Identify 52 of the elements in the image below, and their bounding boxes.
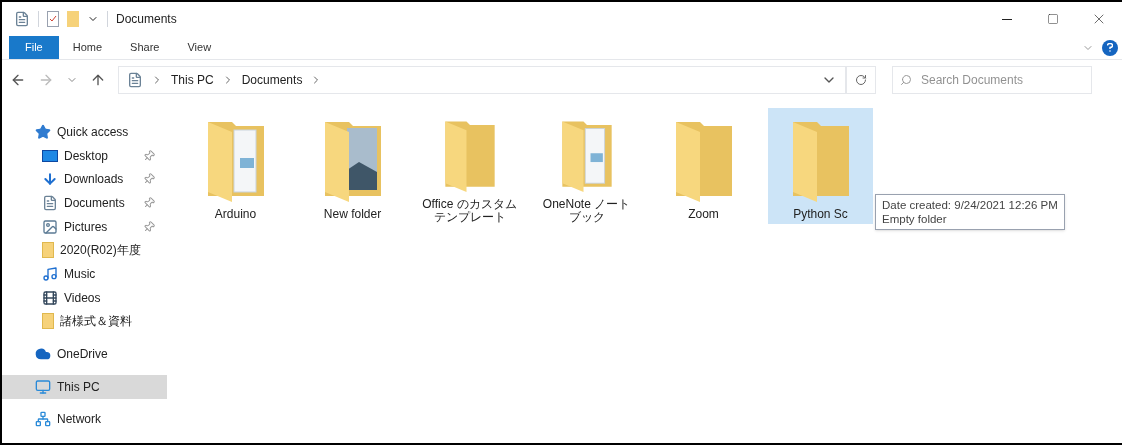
refresh-button[interactable]: [846, 66, 876, 94]
sidebar-item[interactable]: Pictures: [2, 214, 167, 239]
tooltip-text: Date created: 9/24/2021 12:26 PM: [882, 198, 1058, 212]
pictures-icon: [42, 218, 58, 235]
back-button[interactable]: [10, 72, 26, 88]
sidebar-item[interactable]: Quick access: [2, 120, 167, 144]
network-icon: [35, 411, 51, 428]
desktop-icon: [42, 149, 58, 162]
minimize-icon: [1002, 18, 1012, 20]
up-button[interactable]: [90, 72, 106, 88]
breadcrumb[interactable]: This PC: [171, 71, 214, 89]
folder-item[interactable]: Zoom: [651, 108, 756, 224]
document-icon: [42, 194, 58, 211]
search-field[interactable]: Search Documents: [892, 66, 1092, 94]
sidebar-item[interactable]: This PC: [2, 374, 167, 399]
help-icon[interactable]: [1102, 39, 1118, 56]
folder-item[interactable]: OneNote ノートブック: [534, 108, 639, 224]
computer-icon: [35, 378, 51, 395]
sidebar-item[interactable]: Network: [2, 407, 167, 432]
film-icon: [42, 289, 58, 306]
sidebar-item[interactable]: Videos: [2, 285, 167, 310]
sidebar-item[interactable]: Desktop: [2, 143, 167, 168]
address-bar[interactable]: This PC Documents: [118, 66, 846, 94]
folder-icon: [42, 313, 54, 330]
sidebar-item[interactable]: OneDrive: [2, 342, 167, 366]
ribbon-tab[interactable]: Share: [116, 36, 174, 59]
document-icon: [127, 72, 143, 88]
forward-button[interactable]: [38, 72, 54, 88]
search-icon: [900, 74, 912, 86]
folder-item[interactable]: Python Sc: [768, 108, 873, 224]
folder-item[interactable]: Arduino: [183, 108, 288, 224]
document-icon[interactable]: [14, 11, 30, 27]
ribbon-tab[interactable]: Home: [58, 36, 117, 59]
breadcrumb[interactable]: Documents: [241, 71, 303, 89]
folder-item[interactable]: New folder: [300, 108, 405, 224]
sidebar-item[interactable]: Music: [2, 262, 167, 286]
ribbon-tab[interactable]: View: [173, 36, 226, 59]
sidebar-item[interactable]: Documents: [2, 191, 167, 215]
star-icon: [35, 123, 51, 140]
refresh-icon: [855, 74, 867, 86]
download-icon: [42, 171, 58, 188]
maximize-icon: [1047, 13, 1059, 25]
folder-item[interactable]: Office のカスタムテンプレート: [417, 108, 522, 224]
sidebar-item[interactable]: Downloads: [2, 167, 167, 192]
music-note-icon: [42, 265, 58, 282]
sidebar-item[interactable]: 諸様式＆資料: [2, 309, 167, 334]
window-title: Documents: [116, 11, 177, 28]
ribbon-tab[interactable]: File: [9, 36, 59, 59]
tooltip-text: Empty folder: [882, 212, 948, 226]
folder-icon: [42, 242, 54, 259]
checklist-icon[interactable]: [47, 11, 59, 27]
sidebar-item[interactable]: 2020(R02)年度: [2, 238, 167, 263]
